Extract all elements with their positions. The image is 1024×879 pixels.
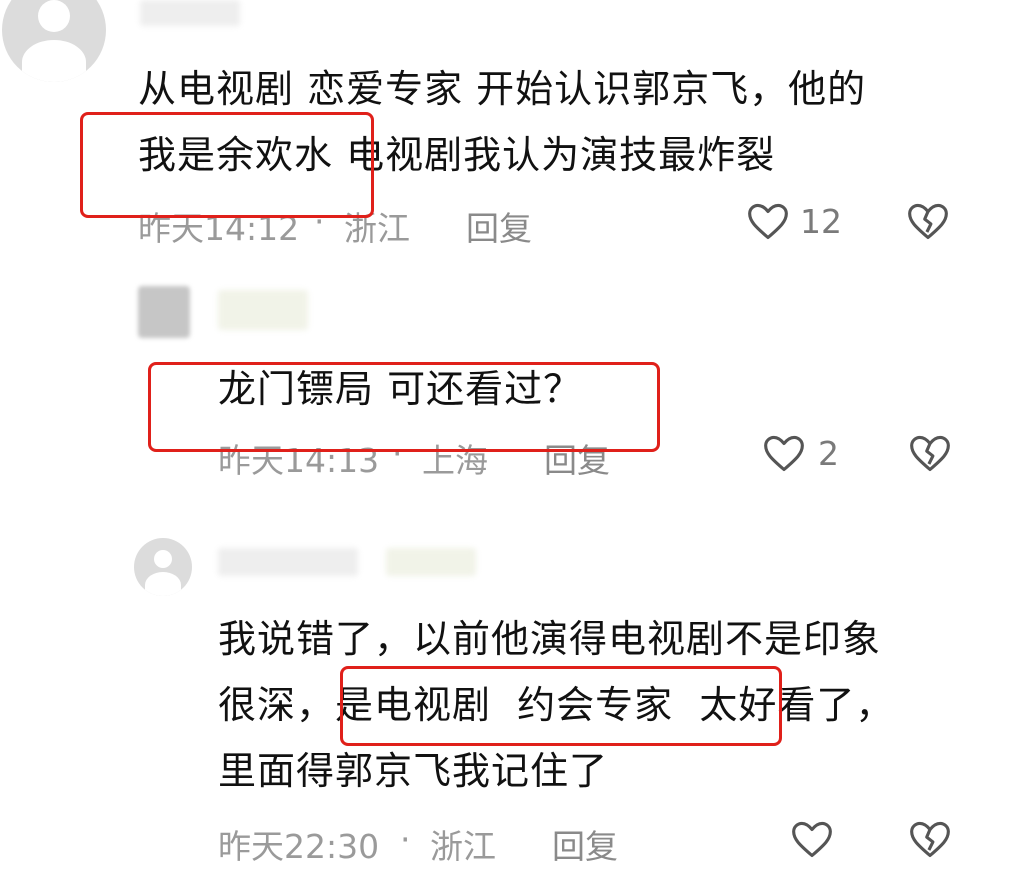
avatar[interactable] <box>2 0 106 82</box>
heart-outline-icon[interactable] <box>790 818 834 860</box>
username-blurred <box>140 0 240 26</box>
comment-time: 昨天22:30 <box>218 827 380 866</box>
comment-text-line: 我说错了，以前他演得电视剧不是印象 <box>218 617 882 661</box>
comment-text-line: 我是余欢水 电视剧我认为演技最炸裂 <box>138 133 776 177</box>
like-count: 2 <box>818 434 839 473</box>
heart-outline-icon[interactable] <box>746 200 790 242</box>
comment-location: 上海 <box>422 441 488 480</box>
broken-heart-icon[interactable] <box>908 818 952 860</box>
heart-outline-icon[interactable] <box>762 432 806 474</box>
avatar[interactable] <box>134 538 192 596</box>
comment-time: 昨天14:12 <box>138 209 300 248</box>
badge-blurred <box>386 548 476 576</box>
reply-button[interactable]: 回复 <box>466 202 532 250</box>
username-blurred <box>218 548 358 576</box>
comment-text-line: 很深，是电视剧 约会专家 太好看了， <box>218 683 895 727</box>
comment-text-line: 里面得郭京飞我记住了 <box>218 749 609 793</box>
comment-text-line: 龙门镖局 可还看过？ <box>218 367 583 411</box>
username-blurred <box>218 290 308 330</box>
broken-heart-icon[interactable] <box>908 432 952 474</box>
meta-separator: · <box>400 820 411 859</box>
meta-separator: · <box>314 202 325 241</box>
comment-location: 浙江 <box>430 827 496 866</box>
avatar[interactable] <box>138 286 190 338</box>
comment-time: 昨天14:13 <box>218 441 380 480</box>
broken-heart-icon[interactable] <box>906 200 950 242</box>
like-count: 12 <box>800 202 842 241</box>
meta-separator: · <box>392 434 403 473</box>
comment-text-line: 从电视剧 恋爱专家 开始认识郭京飞，他的 <box>138 67 867 111</box>
reply-button[interactable]: 回复 <box>552 820 618 868</box>
comment-location: 浙江 <box>344 209 410 248</box>
reply-button[interactable]: 回复 <box>544 434 610 482</box>
